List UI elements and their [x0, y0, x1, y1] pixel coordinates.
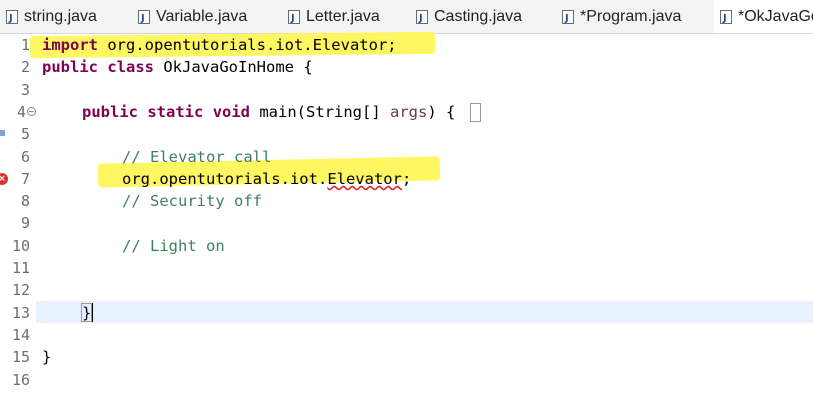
code-line-6: // Elevator call	[122, 147, 272, 166]
matching-bracket-box	[470, 103, 481, 122]
line-number: 12	[11, 281, 30, 300]
line-number-gutter: 1 2 3 4 − 5 6 × 7 8 9 10 11 12 13 14 15 …	[0, 34, 36, 410]
tab-casting-java[interactable]: J Casting.java	[410, 0, 556, 33]
line-number: 7	[20, 169, 30, 188]
code-line-15: }	[42, 348, 52, 367]
tab-string-java[interactable]: J string.java	[0, 0, 132, 33]
line-number: 3	[20, 80, 30, 99]
text-caret	[92, 303, 93, 322]
code-text: org.opentutorials.iot.	[122, 169, 328, 188]
line-number: 6	[20, 147, 30, 166]
tab-label: string.java	[24, 8, 97, 25]
line-number: 8	[20, 192, 30, 211]
code-line-4: public static void main(String[] args) {	[82, 101, 455, 123]
keyword: public	[82, 102, 138, 121]
tab-program-java[interactable]: J *Program.java	[556, 0, 714, 33]
code-line-8: // Security off	[122, 192, 262, 211]
code-editor[interactable]: 1 2 3 4 − 5 6 × 7 8 9 10 11 12 13 14 15 …	[0, 31, 813, 410]
tab-okjavagoinhome-java[interactable]: J *OkJavaGo	[714, 0, 813, 33]
code-text: main(String[]	[250, 102, 390, 121]
code-line-10: // Light on	[122, 236, 225, 255]
tab-label: *Program.java	[580, 8, 682, 25]
tab-variable-java[interactable]: J Variable.java	[132, 0, 282, 33]
keyword: import	[42, 36, 98, 54]
code-area[interactable]: import org.opentutorials.iot.Elevator; p…	[29, 31, 813, 410]
code-line-1: import org.opentutorials.iot.Elevator;	[42, 34, 397, 56]
svg-text:J: J	[564, 13, 569, 24]
line-number: 16	[11, 370, 30, 389]
current-line-highlight	[36, 301, 813, 323]
line-number: 14	[11, 325, 30, 344]
code-text: ;	[401, 169, 412, 188]
svg-text:J: J	[290, 13, 295, 24]
line-number: 5	[20, 125, 30, 144]
tab-label: Letter.java	[306, 8, 380, 25]
keyword: static	[147, 102, 204, 121]
svg-text:J: J	[140, 13, 145, 24]
java-file-icon: J	[138, 10, 150, 24]
tab-label: Variable.java	[156, 8, 248, 25]
java-file-icon: J	[562, 10, 574, 24]
fold-collapse-icon[interactable]: −	[27, 107, 36, 116]
parameter: args	[390, 102, 428, 121]
line-number: 13	[11, 303, 30, 322]
svg-text:J: J	[722, 13, 727, 24]
line-number: 1	[20, 36, 30, 54]
error-token[interactable]: Elevator	[327, 170, 402, 188]
line-number: 11	[11, 259, 30, 277]
tab-label: Casting.java	[434, 8, 523, 25]
code-line-7: org.opentutorials.iot.Elevator;	[122, 168, 411, 190]
keyword: public	[42, 58, 98, 77]
line-number: 15	[11, 348, 30, 367]
tab-letter-java[interactable]: J Letter.java	[282, 0, 410, 33]
code-text: ) {	[427, 102, 456, 121]
svg-text:J: J	[418, 13, 423, 24]
line-number: 9	[20, 214, 30, 233]
svg-text:J: J	[8, 13, 13, 24]
code-text: OkJavaGoInHome {	[154, 58, 313, 77]
line-number: 2	[20, 58, 30, 77]
tab-label: *OkJavaGo	[738, 8, 813, 25]
code-line-2: public class OkJavaGoInHome {	[42, 56, 313, 78]
keyword: class	[107, 58, 155, 77]
java-file-icon: J	[6, 10, 18, 24]
java-file-icon: J	[288, 10, 300, 24]
matching-bracket-box	[81, 303, 92, 322]
java-file-icon: J	[416, 10, 428, 24]
java-file-icon: J	[720, 10, 732, 24]
keyword: void	[212, 102, 251, 121]
line-number: 10	[11, 236, 30, 255]
editor-tab-bar: J string.java J Variable.java J Letter.j…	[0, 0, 813, 34]
code-text: org.opentutorials.iot.Elevator;	[98, 36, 397, 54]
line-number: 4	[16, 102, 26, 121]
